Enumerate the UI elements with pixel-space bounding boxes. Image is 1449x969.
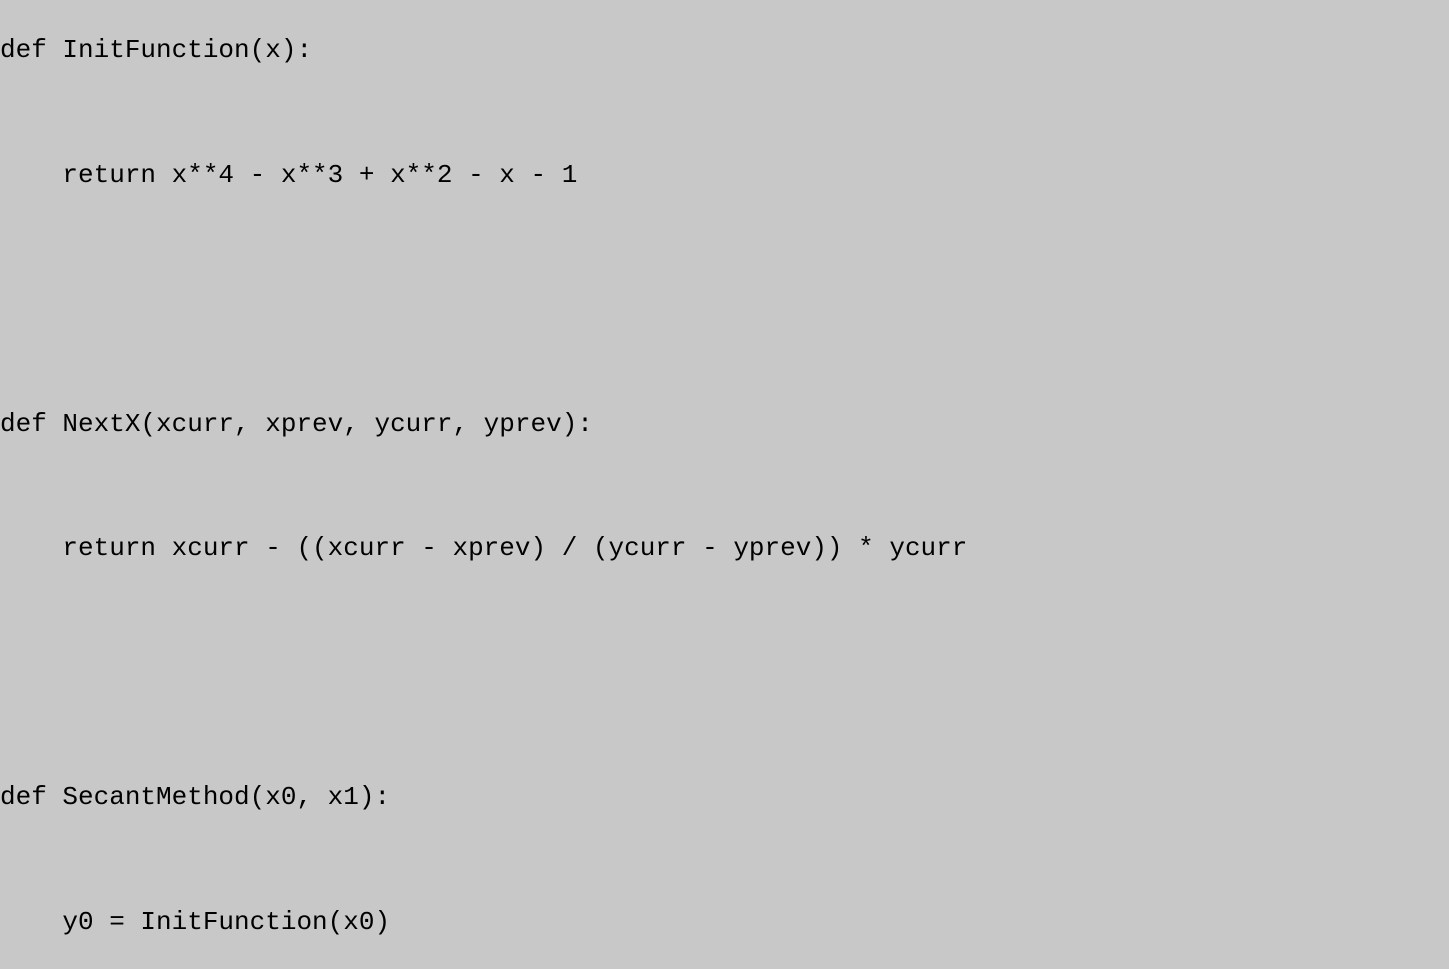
code-line: def InitFunction(x): <box>0 35 1449 66</box>
code-line <box>0 347 1449 378</box>
code-block: def InitFunction(x): return x**4 - x**3 … <box>0 0 1449 969</box>
code-line <box>0 596 1449 627</box>
code-line <box>0 98 1449 129</box>
code-line <box>0 845 1449 876</box>
code-line: def SecantMethod(x0, x1): <box>0 782 1449 813</box>
code-line <box>0 284 1449 315</box>
code-line <box>0 720 1449 751</box>
code-line <box>0 222 1449 253</box>
code-line: y0 = InitFunction(x0) <box>0 907 1449 938</box>
code-line: return x**4 - x**3 + x**2 - x - 1 <box>0 160 1449 191</box>
code-line <box>0 471 1449 502</box>
code-line <box>0 658 1449 689</box>
code-line: def NextX(xcurr, xprev, ycurr, yprev): <box>0 409 1449 440</box>
code-line: return xcurr - ((xcurr - xprev) / (ycurr… <box>0 533 1449 564</box>
